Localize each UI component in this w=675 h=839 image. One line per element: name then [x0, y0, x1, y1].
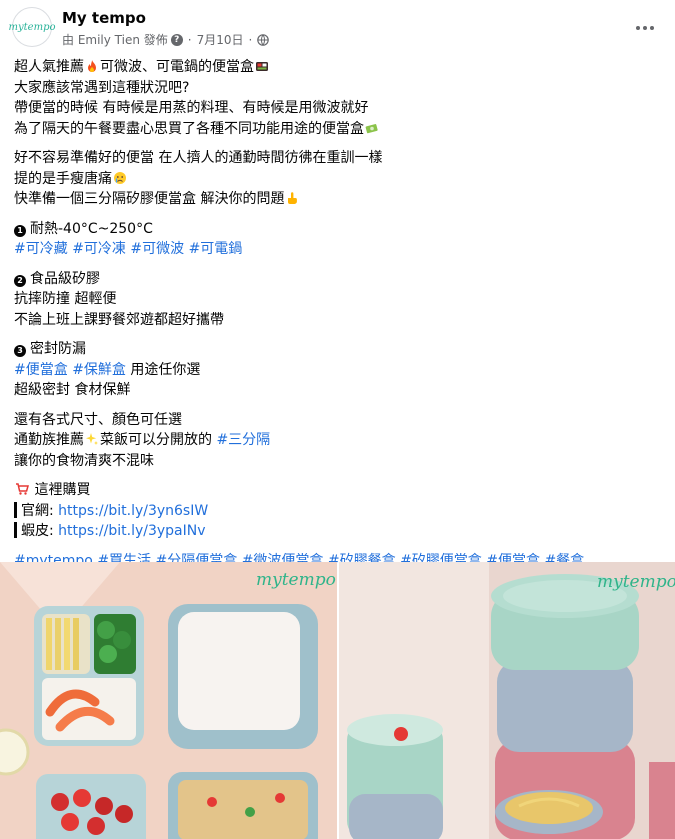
separator-dot: ·	[187, 32, 192, 47]
separator-dot: ·	[248, 32, 253, 47]
hashtag-link[interactable]: #可微波	[130, 241, 184, 257]
hashtag-link[interactable]: #保鮮盒	[72, 362, 126, 378]
bullet-3-icon: 3	[14, 345, 26, 358]
official-site-link[interactable]: https://bit.ly/3yn6sIW	[58, 503, 208, 519]
page-avatar[interactable]: mytempo	[9, 7, 56, 47]
bento-photo-illustration	[0, 562, 337, 839]
brand-watermark: mytempo	[256, 570, 336, 590]
bento-icon	[256, 62, 268, 71]
post-date[interactable]: 7月10日	[197, 31, 244, 48]
hashtag-link[interactable]: #可冷凍	[72, 241, 126, 257]
hashtag-link[interactable]: #可冷藏	[14, 241, 68, 257]
fire-icon	[88, 60, 96, 72]
post-text: 超人氣推薦 可微波、可電鍋的便當盒 大家應該常遇到這種狀況吧? 帶便當的時候 有時…	[14, 59, 585, 569]
more-dot	[650, 26, 654, 30]
globe-icon	[257, 33, 270, 46]
more-dot	[643, 26, 647, 30]
hashtag-link[interactable]: #三分隔	[216, 432, 270, 448]
more-options-button[interactable]	[631, 14, 659, 42]
hashtag-link[interactable]: #可電鍋	[189, 241, 243, 257]
post-header: mytempo My tempo 由 Emily Tien 發佈 ? · 7月1…	[0, 0, 675, 56]
shopping-cart-icon	[16, 483, 29, 495]
more-dot	[636, 26, 640, 30]
pointing-hand-icon	[288, 192, 298, 204]
crying-face-icon	[114, 171, 126, 184]
bar-icon	[14, 522, 17, 538]
help-icon[interactable]: ?	[170, 33, 183, 46]
sparkles-icon	[86, 433, 98, 445]
containers-photo-illustration	[339, 562, 675, 839]
bullet-1-icon: 1	[14, 224, 26, 237]
post-meta: 由 Emily Tien 發佈 ? · 7月10日 ·	[62, 31, 270, 48]
avatar-logo-text: mytempo	[8, 21, 56, 33]
bullet-2-icon: 2	[14, 274, 26, 287]
brand-watermark: mytempo	[597, 572, 675, 592]
posted-by[interactable]: 由 Emily Tien 發佈	[62, 31, 168, 48]
page-name-link[interactable]: My tempo	[62, 9, 146, 27]
bar-icon	[14, 501, 17, 518]
money-icon	[365, 123, 378, 133]
shopee-link[interactable]: https://bit.ly/3ypaINv	[58, 523, 205, 539]
photo-round-containers[interactable]: mytempo	[339, 562, 675, 839]
photo-bento-boxes[interactable]: mytempo	[0, 562, 337, 839]
hashtag-link[interactable]: #便當盒	[14, 362, 68, 378]
